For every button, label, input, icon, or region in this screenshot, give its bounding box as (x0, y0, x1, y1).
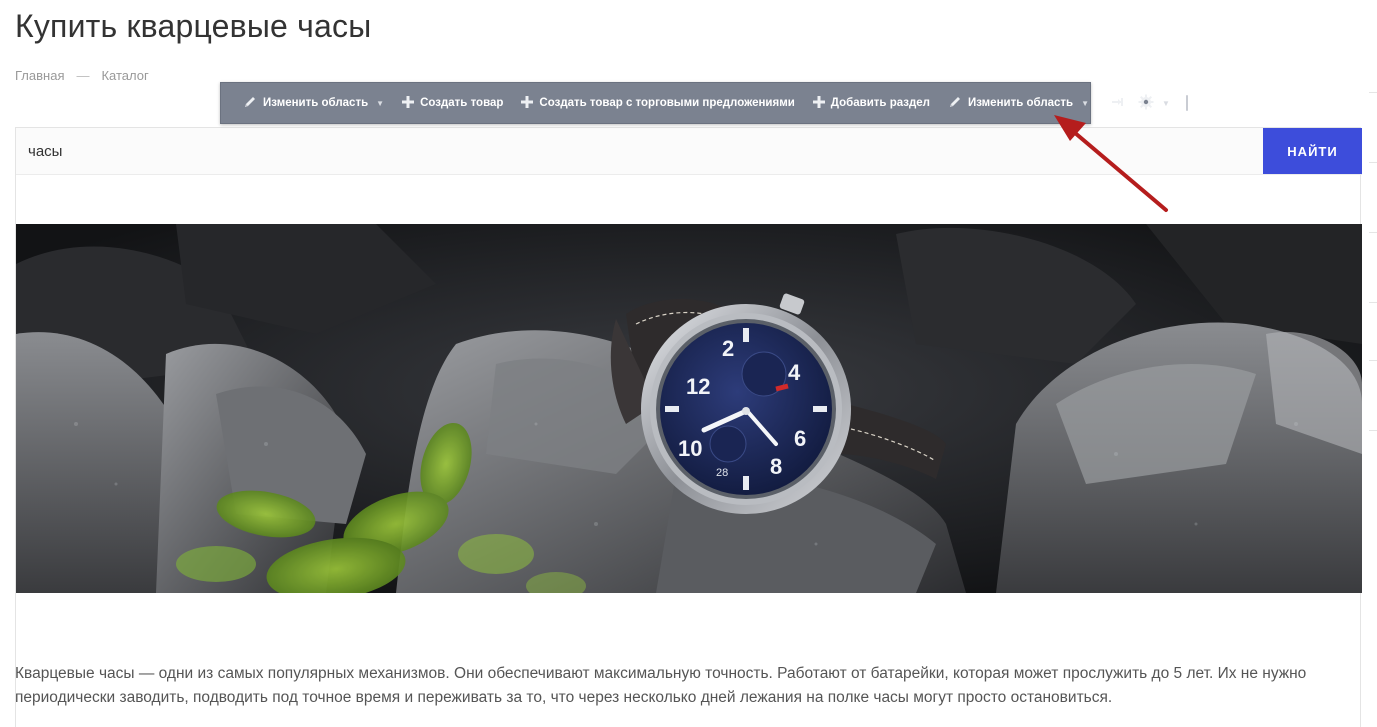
date-window: 28 (716, 467, 728, 479)
pencil-icon (948, 95, 962, 111)
annotation-arrow (1054, 115, 1168, 212)
breadcrumb: Главная — Каталог (15, 68, 149, 83)
pencil-icon (243, 95, 257, 111)
dial-number: 4 (788, 360, 801, 385)
category-description: Кварцевые часы — одни из самых популярны… (15, 665, 1307, 706)
edge-divider (1369, 360, 1377, 361)
dial-number: 2 (722, 336, 734, 361)
plus-icon (402, 96, 415, 110)
breadcrumb-catalog-link[interactable]: Каталог (101, 68, 148, 83)
banner-illustration: 2 4 6 8 10 12 28 (16, 224, 1362, 593)
dial-number: 6 (794, 426, 806, 451)
search-button[interactable]: НАЙТИ (1263, 128, 1362, 174)
plus-icon (812, 96, 825, 110)
edge-divider (1369, 232, 1377, 233)
toolbar-add-section-button[interactable]: Добавить раздел (804, 83, 939, 123)
toolbar-grip-right[interactable] (1185, 95, 1188, 111)
dial-number: 10 (678, 436, 702, 461)
edge-divider (1369, 92, 1377, 93)
toolbar-item-label: Создать товар (420, 97, 504, 109)
toolbar-edit-area-button[interactable]: Изменить область ▼ (234, 83, 393, 123)
admin-toolbar: Изменить область ▼ Создать товар Создать… (220, 82, 1188, 124)
page-title: Купить кварцевые часы (15, 8, 372, 44)
breadcrumb-home-link[interactable]: Главная (15, 68, 64, 83)
toolbar-create-product-button[interactable]: Создать товар (393, 83, 512, 123)
edge-divider (1369, 302, 1377, 303)
banner-image: 2 4 6 8 10 12 28 (16, 224, 1362, 593)
chevron-down-icon: ▼ (376, 98, 385, 108)
dial-number: 8 (770, 454, 782, 479)
toolbar-item-label: Добавить раздел (830, 97, 930, 109)
toolbar-create-product-offers-button[interactable]: Создать товар с торговыми предложениями (512, 83, 803, 123)
edge-divider (1369, 430, 1377, 431)
edge-divider (1369, 162, 1377, 163)
dial-number: 12 (686, 374, 710, 399)
breadcrumb-separator: — (76, 68, 90, 83)
toolbar-item-label: Создать товар с торговыми предложениями (539, 97, 795, 109)
toolbar-item-label: Изменить область (263, 97, 369, 109)
plus-icon (521, 96, 534, 110)
